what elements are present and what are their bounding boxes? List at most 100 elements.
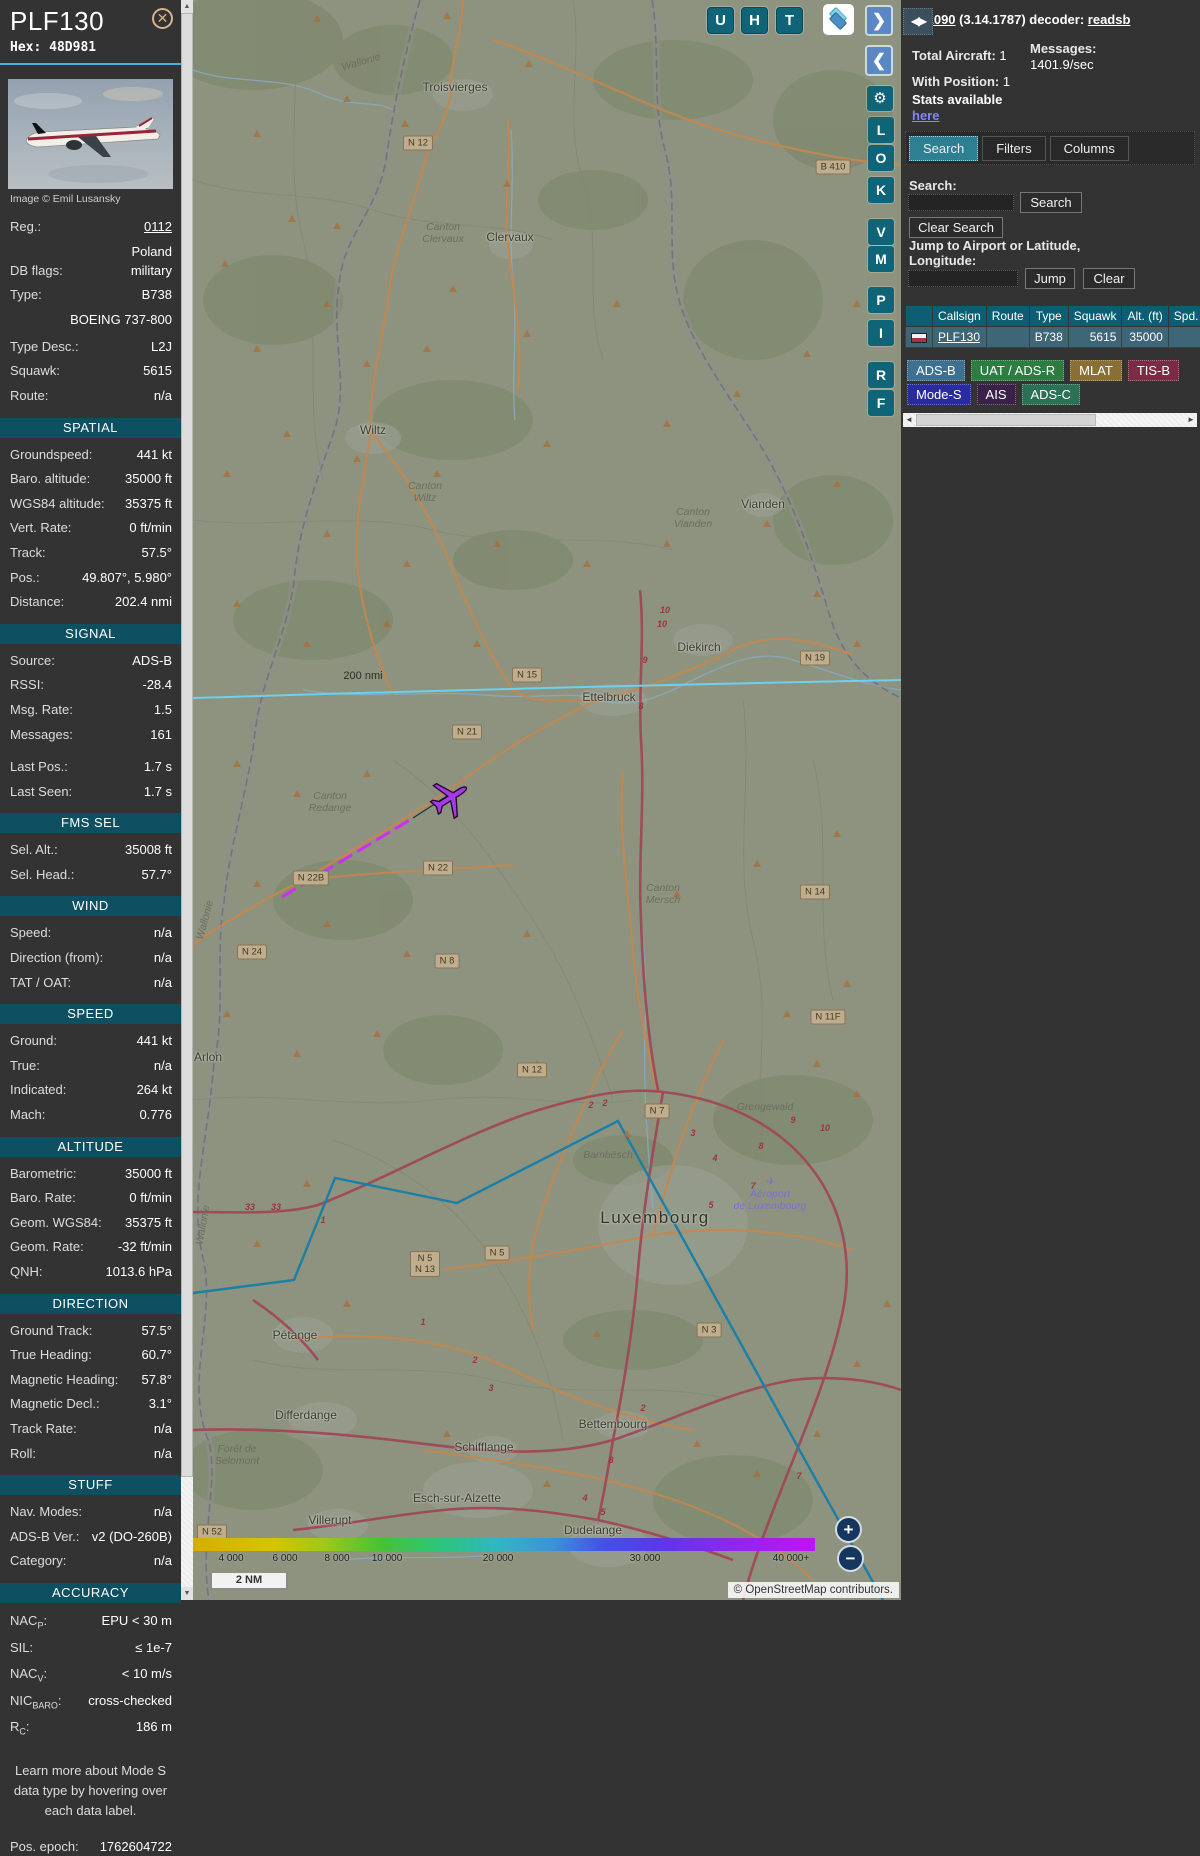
zoom-out-button[interactable]: −	[837, 1545, 864, 1572]
data-row: Last Seen:1.7 s	[0, 782, 181, 807]
map-toggle-button[interactable]: I	[868, 320, 894, 346]
search-input[interactable]	[908, 194, 1014, 211]
scrollbar-thumb[interactable]	[181, 13, 193, 1477]
section-speed: SPEED Ground:441 ktTrue:n/aIndicated:264…	[0, 1004, 181, 1129]
tab-search[interactable]: Search	[909, 136, 978, 161]
section-fms-sel: FMS SEL Sel. Alt.:35008 ftSel. Head.:57.…	[0, 813, 181, 889]
selected-aircraft-icon[interactable]	[427, 775, 473, 821]
col-alt[interactable]: Alt. (ft)	[1122, 306, 1168, 327]
panel-tabs: Search Filters Columns	[905, 131, 1195, 165]
table-row[interactable]: PLF130 B738 5615 35000	[906, 327, 1200, 348]
altitude-label: 4 000	[218, 1553, 243, 1564]
map-toggle-button[interactable]: F	[868, 390, 894, 416]
peak-icon	[493, 540, 501, 547]
data-row: RC:186 m	[0, 1716, 181, 1743]
peak-icon	[221, 260, 229, 267]
peak-icon	[383, 620, 391, 627]
map-button-t[interactable]: T	[776, 7, 803, 34]
road-sign: N 15	[512, 668, 542, 683]
peak-icon	[343, 1300, 351, 1307]
peak-icon	[783, 1010, 791, 1017]
jump-button[interactable]: Jump	[1025, 268, 1075, 289]
aircraft-photo[interactable]	[8, 79, 173, 189]
sidebar-toggle-icon[interactable]: ◀▶	[903, 8, 933, 35]
search-button[interactable]: Search	[1020, 192, 1082, 213]
section-spatial: SPATIAL Groundspeed:441 ktBaro. altitude…	[0, 418, 181, 617]
source-filter-button[interactable]: UAT / ADS-R	[971, 360, 1064, 381]
aircraft-list-panel: tar1090 (3.14.1787) decoder: readsb ◀▶ T…	[901, 0, 1200, 1600]
panel-expand-icon[interactable]: ❯	[865, 5, 893, 36]
readsb-link[interactable]: readsb	[1088, 12, 1131, 27]
col-squawk[interactable]: Squawk	[1068, 306, 1122, 327]
map-toggle-button[interactable]: O	[868, 145, 894, 171]
map-button-u[interactable]: U	[707, 7, 734, 34]
col-flag[interactable]	[906, 306, 933, 327]
col-type[interactable]: Type	[1029, 306, 1068, 327]
data-row: Category:n/a	[0, 1551, 181, 1576]
altitude-color-scale	[193, 1538, 815, 1551]
info-label: Type Desc.:	[10, 337, 79, 362]
section-stuff: STUFF Nav. Modes:n/aADS-B Ver.:v2 (DO-26…	[0, 1475, 181, 1576]
panel-collapse-icon[interactable]: ❮	[865, 45, 893, 76]
clear-search-button[interactable]: Clear Search	[909, 217, 1003, 238]
source-filter-button[interactable]: TIS-B	[1128, 360, 1179, 381]
peak-icon	[353, 455, 361, 462]
sidebar-scrollbar[interactable]: ▲ ▼	[181, 0, 193, 1600]
data-row: QNH:1013.6 hPa	[0, 1262, 181, 1287]
data-row: Sel. Head.:57.7°	[0, 865, 181, 890]
stats-here-link[interactable]: here	[912, 108, 939, 123]
table-scrollbar[interactable]: ◄ ►	[903, 413, 1197, 427]
map-canvas[interactable]: WallonieTroisviergesCanton ClervauxClerv…	[193, 0, 901, 1600]
callsign-link[interactable]: PLF130	[938, 330, 980, 344]
scroll-right-icon[interactable]: ►	[1185, 413, 1197, 427]
map-toggle-button[interactable]: K	[868, 177, 894, 203]
info-row: Squawk: 5615	[0, 361, 181, 386]
road-sign: N 12	[517, 1063, 547, 1078]
map-toggle-button[interactable]: P	[868, 287, 894, 313]
data-row: Ground Track:57.5°	[0, 1321, 181, 1346]
info-value: 5615	[143, 361, 172, 386]
jump-input[interactable]	[908, 270, 1018, 287]
scroll-down-icon[interactable]: ▼	[181, 1587, 193, 1600]
peak-icon	[853, 640, 861, 647]
map-toggle-button[interactable]: V	[868, 219, 894, 245]
clear-button[interactable]: Clear	[1083, 268, 1135, 289]
map-attribution[interactable]: © OpenStreetMap contributors.	[728, 1582, 899, 1598]
gear-icon[interactable]: ⚙	[867, 86, 893, 111]
source-filter-button[interactable]: ADS-B	[907, 360, 965, 381]
peak-icon	[323, 530, 331, 537]
map-toggle-button[interactable]: M	[868, 246, 894, 272]
source-filter-button[interactable]: ADS-C	[1022, 384, 1080, 405]
scroll-up-icon[interactable]: ▲	[181, 0, 193, 13]
peak-icon	[613, 300, 621, 307]
data-row: True:n/a	[0, 1056, 181, 1081]
map-button-h[interactable]: H	[741, 7, 768, 34]
close-icon[interactable]: ✕	[152, 8, 173, 29]
source-filter-button[interactable]: MLAT	[1070, 360, 1122, 381]
section-wind: WIND Speed:n/aDirection (from):n/aTAT / …	[0, 896, 181, 997]
data-row: Msg. Rate:1.5	[0, 700, 181, 725]
col-callsign[interactable]: Callsign	[933, 306, 987, 327]
layers-icon[interactable]	[823, 4, 854, 35]
jump-label: Jump to Airport or Latitude, Longitude:	[909, 238, 1119, 268]
peak-icon	[693, 1440, 701, 1447]
map-toggle-button[interactable]: L	[868, 117, 894, 143]
map-toggle-button[interactable]: R	[868, 362, 894, 388]
peak-icon	[313, 15, 321, 22]
tab-columns[interactable]: Columns	[1050, 136, 1129, 161]
source-filter-button[interactable]: AIS	[977, 384, 1016, 405]
col-route[interactable]: Route	[986, 306, 1029, 327]
source-filter-button[interactable]: Mode-S	[907, 384, 971, 405]
data-row: Nav. Modes:n/a	[0, 1502, 181, 1527]
peak-icon	[583, 560, 591, 567]
peak-icon	[293, 1050, 301, 1057]
data-row: Last Pos.:1.7 s	[0, 757, 181, 782]
peak-icon	[403, 950, 411, 957]
scrollbar-thumb[interactable]	[916, 414, 1096, 426]
data-row: Vert. Rate:0 ft/min	[0, 518, 181, 543]
zoom-in-button[interactable]: +	[835, 1516, 862, 1543]
col-spd[interactable]: Spd.	[1168, 306, 1200, 327]
tab-filters[interactable]: Filters	[982, 136, 1045, 161]
scroll-left-icon[interactable]: ◄	[903, 413, 915, 427]
peak-icon	[403, 560, 411, 567]
